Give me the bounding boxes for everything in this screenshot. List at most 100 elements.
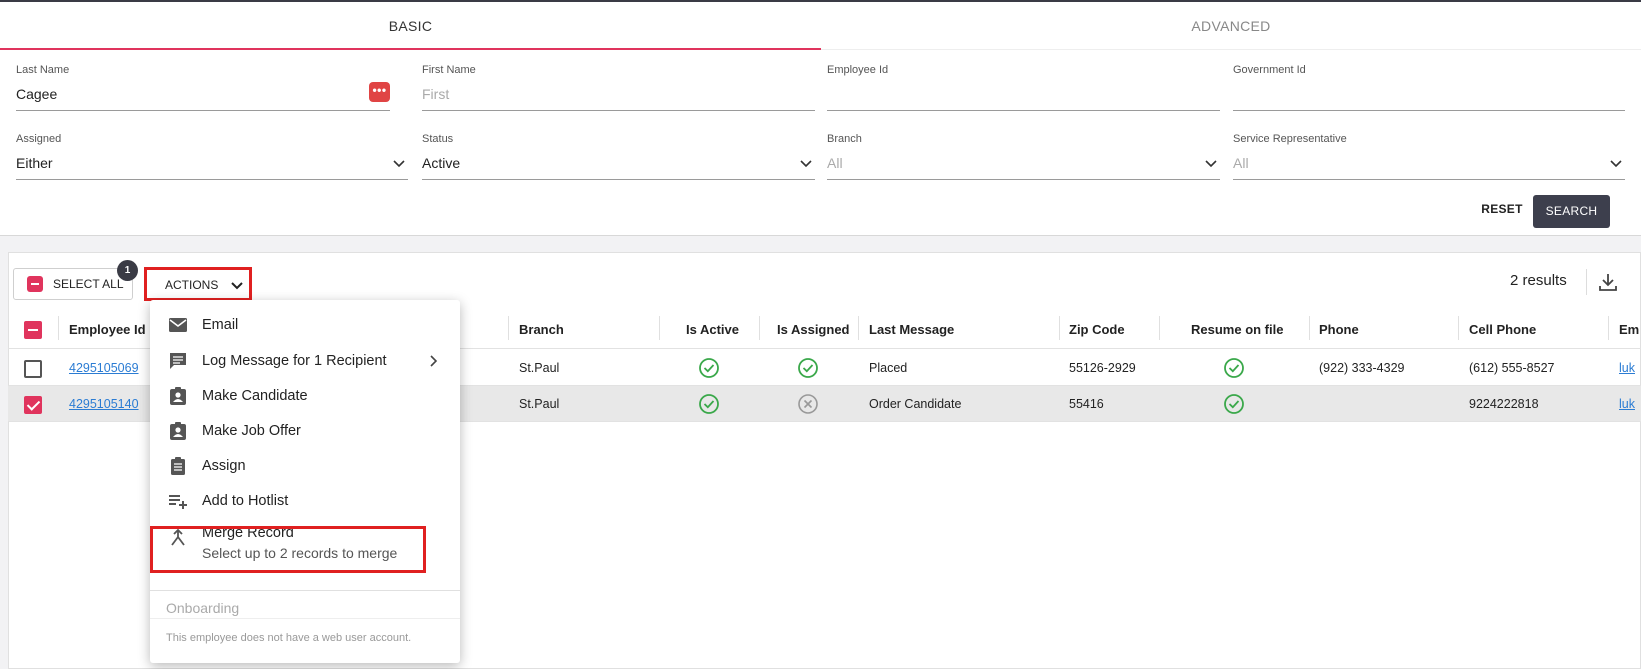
last-message-cell: Placed bbox=[869, 361, 908, 375]
field-underline bbox=[827, 179, 1220, 180]
branch-cell: St.Paul bbox=[519, 397, 560, 411]
menu-divider bbox=[150, 618, 460, 619]
last-message-cell: Order Candidate bbox=[869, 397, 962, 411]
chevron-down-icon bbox=[393, 160, 405, 168]
select-all-button[interactable]: SELECT ALL bbox=[13, 268, 133, 300]
col-zip-code[interactable]: Zip Code bbox=[1069, 322, 1125, 337]
check-circle-icon bbox=[1224, 358, 1244, 378]
branch-select[interactable]: Branch All bbox=[827, 133, 1220, 193]
first-name-input[interactable]: First bbox=[422, 86, 449, 102]
last-name-label: Last Name bbox=[16, 64, 70, 76]
zip-cell: 55126-2929 bbox=[1069, 361, 1136, 375]
actions-label: ACTIONS bbox=[165, 278, 219, 292]
col-employee-id[interactable]: Employee Id bbox=[69, 322, 146, 337]
menu-item-make-candidate[interactable]: Make Candidate bbox=[150, 379, 460, 413]
selected-count-badge: 1 bbox=[117, 260, 138, 281]
assigned-label: Assigned bbox=[16, 133, 62, 145]
row-checkbox-checked[interactable] bbox=[24, 396, 42, 414]
header-select-checkbox[interactable] bbox=[24, 321, 42, 339]
check-circle-icon bbox=[798, 358, 818, 378]
menu-item-label: Make Job Offer bbox=[202, 423, 301, 439]
menu-item-email[interactable]: Email bbox=[150, 308, 460, 342]
col-resume[interactable]: Resume on file bbox=[1191, 322, 1283, 337]
person-badge-icon bbox=[170, 387, 186, 405]
menu-item-log-message[interactable]: Log Message for 1 Recipient bbox=[150, 344, 460, 378]
menu-item-make-job-offer[interactable]: Make Job Offer bbox=[150, 414, 460, 448]
column-divider bbox=[1608, 316, 1609, 340]
employee-id-link[interactable]: 4295105069 bbox=[69, 361, 139, 375]
reset-button[interactable]: RESET bbox=[1478, 192, 1526, 226]
tab-basic[interactable]: BASIC bbox=[0, 2, 821, 50]
search-button[interactable]: SEARCH bbox=[1533, 195, 1610, 228]
col-phone[interactable]: Phone bbox=[1319, 322, 1359, 337]
assigned-select[interactable]: Assigned Either bbox=[16, 133, 408, 193]
tab-advanced[interactable]: ADVANCED bbox=[821, 2, 1641, 50]
col-is-active[interactable]: Is Active bbox=[686, 322, 739, 337]
col-last-message[interactable]: Last Message bbox=[869, 322, 954, 337]
status-value: Active bbox=[422, 155, 461, 171]
first-name-label: First Name bbox=[422, 64, 476, 76]
email-link[interactable]: luk bbox=[1619, 397, 1635, 411]
indeterminate-checkbox-icon bbox=[27, 276, 43, 292]
assigned-value: Either bbox=[16, 155, 53, 171]
onboarding-item: Onboarding bbox=[166, 600, 240, 616]
email-link[interactable]: luk bbox=[1619, 361, 1635, 375]
menu-item-label: Email bbox=[202, 317, 239, 333]
service-rep-label: Service Representative bbox=[1233, 133, 1347, 145]
column-divider bbox=[1159, 316, 1160, 340]
cell-phone-cell: (612) 555-8527 bbox=[1469, 361, 1555, 375]
chevron-right-icon bbox=[430, 355, 438, 367]
person-badge-icon bbox=[170, 422, 186, 440]
status-label: Status bbox=[422, 133, 454, 145]
employee-id-label: Employee Id bbox=[827, 64, 889, 76]
check-circle-icon bbox=[1224, 394, 1244, 414]
col-cell-phone[interactable]: Cell Phone bbox=[1469, 322, 1536, 337]
field-underline bbox=[422, 179, 815, 180]
chevron-down-icon bbox=[1205, 160, 1217, 168]
last-name-input[interactable]: Cagee bbox=[16, 86, 57, 102]
phone-cell: (922) 333-4329 bbox=[1319, 361, 1405, 375]
actions-dropdown-button[interactable]: ACTIONS bbox=[144, 267, 252, 301]
col-email[interactable]: Em bbox=[1619, 322, 1639, 337]
field-underline bbox=[422, 110, 815, 111]
employee-id-field[interactable]: Employee Id bbox=[827, 64, 1220, 124]
col-branch[interactable]: Branch bbox=[519, 322, 564, 337]
branch-label: Branch bbox=[827, 133, 862, 145]
chevron-down-icon bbox=[1610, 160, 1622, 168]
playlist-add-icon bbox=[169, 495, 187, 509]
message-icon bbox=[170, 353, 186, 369]
chevron-down-icon bbox=[231, 282, 243, 290]
results-count: 2 results bbox=[1510, 272, 1567, 289]
service-rep-select[interactable]: Service Representative All bbox=[1233, 133, 1625, 193]
column-divider bbox=[1309, 316, 1310, 340]
more-options-button[interactable]: ••• bbox=[369, 82, 390, 102]
menu-item-label: Log Message for 1 Recipient bbox=[202, 353, 387, 369]
field-underline bbox=[827, 110, 1220, 111]
menu-item-label: Assign bbox=[202, 458, 246, 474]
col-is-assigned[interactable]: Is Assigned bbox=[777, 322, 849, 337]
check-circle-icon bbox=[699, 358, 719, 378]
branch-cell: St.Paul bbox=[519, 361, 560, 375]
check-circle-icon bbox=[699, 394, 719, 414]
field-underline bbox=[16, 110, 390, 111]
row-checkbox[interactable] bbox=[24, 360, 42, 378]
chevron-down-icon bbox=[800, 160, 812, 168]
government-id-field[interactable]: Government Id bbox=[1233, 64, 1625, 124]
menu-item-assign[interactable]: Assign bbox=[150, 449, 460, 483]
menu-item-label: Make Candidate bbox=[202, 388, 308, 404]
service-rep-value: All bbox=[1233, 155, 1249, 171]
actions-menu: Email Log Message for 1 Recipient Make C… bbox=[150, 300, 460, 663]
download-icon[interactable] bbox=[1597, 271, 1619, 293]
branch-value: All bbox=[827, 155, 843, 171]
field-underline bbox=[1233, 179, 1625, 180]
status-select[interactable]: Status Active bbox=[422, 133, 815, 193]
email-icon bbox=[169, 318, 187, 332]
field-underline bbox=[1233, 110, 1625, 111]
x-circle-icon bbox=[798, 394, 818, 414]
first-name-field[interactable]: First Name First bbox=[422, 64, 815, 124]
highlight-box bbox=[150, 526, 426, 573]
divider bbox=[1586, 269, 1587, 295]
employee-id-link[interactable]: 4295105140 bbox=[69, 397, 139, 411]
menu-item-add-hotlist[interactable]: Add to Hotlist bbox=[150, 484, 460, 518]
last-name-field[interactable]: Last Name Cagee ••• bbox=[16, 64, 390, 124]
